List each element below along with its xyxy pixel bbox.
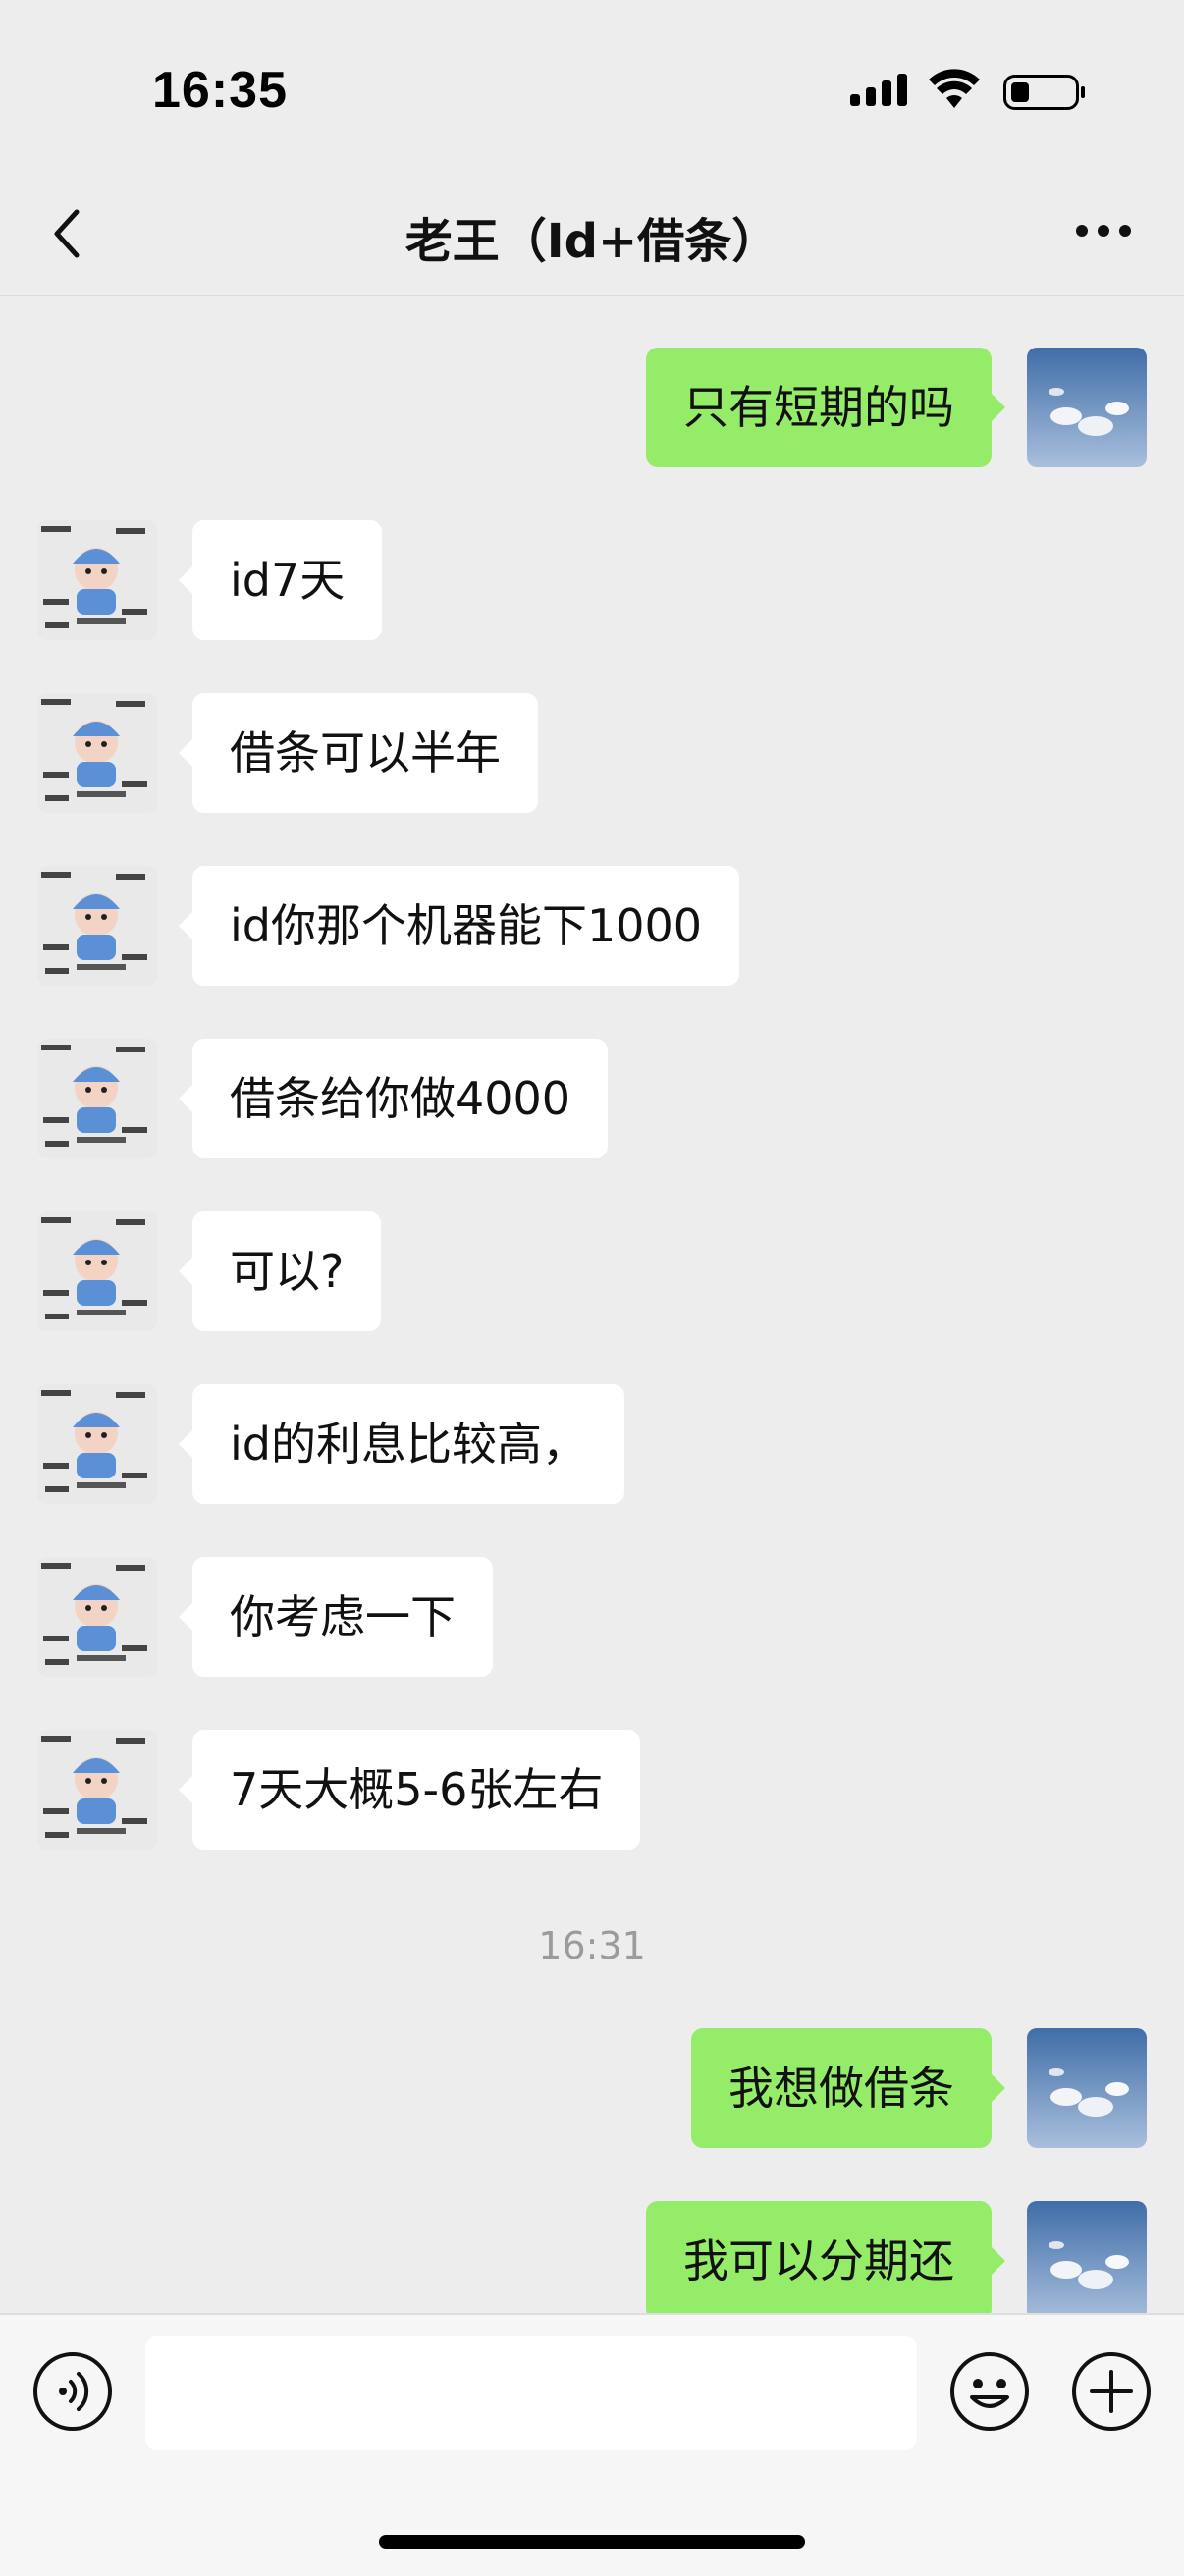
my-avatar[interactable]: [1027, 2028, 1147, 2148]
contact-avatar[interactable]: [37, 693, 157, 813]
message-bubble-incoming[interactable]: id的利息比较高，: [179, 1384, 624, 1504]
status-bar: 16:35: [0, 0, 1184, 187]
message-row-incoming: id你那个机器能下1000: [0, 866, 1184, 988]
message-row-outgoing: 只有短期的吗: [0, 348, 1184, 469]
message-row-outgoing: 我可以分期还: [0, 2201, 1184, 2313]
emoji-icon[interactable]: [948, 2350, 1031, 2433]
message-row-incoming: 借条可以半年: [0, 693, 1184, 815]
message-row-incoming: id7天: [0, 520, 1184, 642]
message-bubble-incoming[interactable]: 你考虑一下: [179, 1557, 493, 1677]
message-row-incoming: 你考虑一下: [0, 1557, 1184, 1679]
message-row-outgoing: 我想做借条: [0, 2028, 1184, 2150]
message-bubble-outgoing[interactable]: 我可以分期还: [646, 2201, 1005, 2313]
message-bubble-incoming[interactable]: 7天大概5-6张左右: [178, 1730, 641, 1850]
message-bubble-outgoing[interactable]: 只有短期的吗: [646, 348, 1005, 467]
chat-header: 老王（Id+借条）: [0, 177, 1184, 296]
contact-avatar[interactable]: [37, 520, 157, 640]
my-avatar[interactable]: [1027, 348, 1147, 467]
plus-icon[interactable]: [1070, 2350, 1153, 2433]
status-time: 16:35: [152, 62, 288, 119]
battery-low-icon: [1003, 75, 1085, 110]
message-row-incoming: 7天大概5-6张左右: [0, 1730, 1184, 1852]
message-input[interactable]: [145, 2336, 917, 2450]
voice-icon[interactable]: [31, 2350, 114, 2433]
message-bubble-incoming[interactable]: 可以?: [178, 1211, 382, 1331]
contact-avatar[interactable]: [37, 1384, 157, 1504]
message-list[interactable]: 只有短期的吗 id7天 借条可以半年 id你那个机器能下1000 借条给你做40…: [0, 296, 1184, 2313]
my-avatar[interactable]: [1027, 2201, 1147, 2313]
chat-title: 老王（Id+借条）: [404, 214, 780, 269]
message-bubble-outgoing[interactable]: 我想做借条: [691, 2028, 1005, 2148]
message-bubble-incoming[interactable]: id你那个机器能下1000: [178, 866, 740, 986]
ellipsis-icon[interactable]: [1074, 216, 1133, 245]
contact-avatar[interactable]: [37, 1557, 157, 1677]
message-timestamp: 16:31: [538, 1924, 646, 1967]
message-bubble-incoming[interactable]: 借条给你做4000: [178, 1039, 609, 1158]
contact-avatar[interactable]: [37, 866, 157, 986]
contact-avatar[interactable]: [37, 1730, 157, 1850]
cellular-signal-icon: [850, 74, 907, 106]
contact-avatar[interactable]: [37, 1039, 157, 1158]
message-row-incoming: 借条给你做4000: [0, 1039, 1184, 1160]
message-row-incoming: id的利息比较高，: [0, 1384, 1184, 1506]
contact-avatar[interactable]: [37, 1211, 157, 1331]
home-indicator[interactable]: [379, 2535, 805, 2549]
message-bubble-incoming[interactable]: 借条可以半年: [179, 693, 538, 813]
message-row-incoming: 可以?: [0, 1211, 1184, 1333]
wifi-icon: [929, 69, 980, 108]
message-bubble-incoming[interactable]: id7天: [178, 520, 383, 640]
